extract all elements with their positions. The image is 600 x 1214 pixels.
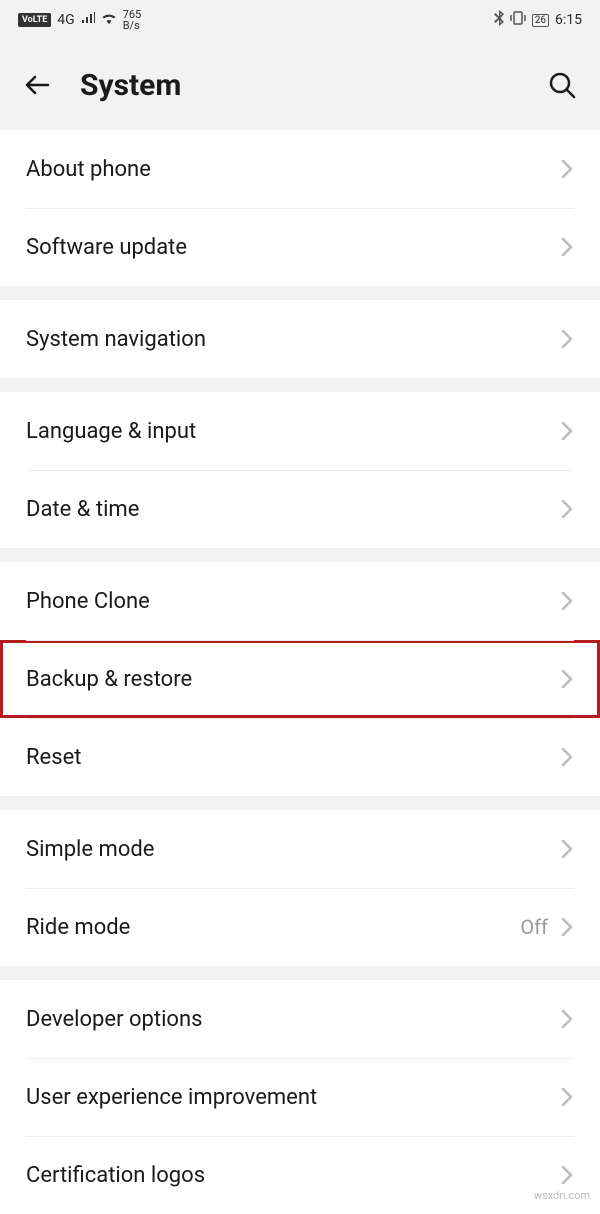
row-label: About phone [26,157,560,182]
row-label: Date & time [26,497,560,522]
settings-group: Developer options User experience improve… [0,980,600,1214]
row-label: System navigation [26,327,560,352]
chevron-right-icon [560,589,574,613]
volte-badge: VoLTE [18,13,51,27]
row-simple-mode[interactable]: Simple mode [0,810,600,888]
row-ride-mode[interactable]: Ride modeOff [0,888,600,966]
signal-icon [81,12,95,28]
chevron-right-icon [560,915,574,939]
row-label: Certification logos [26,1163,560,1188]
chevron-right-icon [560,745,574,769]
row-language-input[interactable]: Language & input [0,392,600,470]
chevron-right-icon [560,1007,574,1031]
chevron-right-icon [560,837,574,861]
section-gap [0,378,600,392]
clock: 6:15 [555,12,582,28]
chevron-right-icon [560,497,574,521]
chevron-right-icon [560,667,574,691]
search-button[interactable] [544,67,580,103]
section-gap [0,286,600,300]
vibrate-icon [510,11,526,29]
row-developer-options[interactable]: Developer options [0,980,600,1058]
wifi-icon [101,12,117,28]
bluetooth-icon [494,10,504,30]
search-icon [547,70,577,100]
chevron-right-icon [560,1163,574,1187]
chevron-right-icon [560,235,574,259]
page-title: System [80,68,520,103]
row-label: Language & input [26,419,560,444]
back-arrow-icon [23,70,53,100]
row-certification-logos[interactable]: Certification logos [0,1136,600,1214]
section-gap [0,548,600,562]
network-type: 4G [57,12,74,28]
row-value: Off [520,915,548,939]
data-speed: 765 B/s [123,9,142,31]
row-backup-restore[interactable]: Backup & restore [0,640,600,718]
settings-group: Simple mode Ride modeOff [0,810,600,966]
row-about-phone[interactable]: About phone [0,130,600,208]
back-button[interactable] [20,67,56,103]
status-right: 26 6:15 [494,10,582,30]
battery-icon: 26 [532,14,549,27]
status-left: VoLTE 4G 765 B/s [18,9,141,31]
settings-group: Phone Clone Backup & restore Reset [0,562,600,796]
row-date-time[interactable]: Date & time [0,470,600,548]
section-gap [0,966,600,980]
row-software-update[interactable]: Software update [0,208,600,286]
watermark: wsxdn.com [534,1189,590,1202]
settings-group: System navigation [0,300,600,378]
row-label: Developer options [26,1007,560,1032]
settings-group: About phone Software update [0,130,600,286]
chevron-right-icon [560,157,574,181]
row-label: Backup & restore [26,667,560,692]
app-header: System [0,40,600,130]
row-label: Software update [26,235,560,260]
row-user-experience[interactable]: User experience improvement [0,1058,600,1136]
row-label: Simple mode [26,837,560,862]
row-label: Ride mode [26,915,520,940]
row-reset[interactable]: Reset [0,718,600,796]
row-system-navigation[interactable]: System navigation [0,300,600,378]
status-bar: VoLTE 4G 765 B/s 26 6:15 [0,0,600,40]
row-label: User experience improvement [26,1085,560,1110]
chevron-right-icon [560,419,574,443]
settings-group: Language & input Date & time [0,392,600,548]
chevron-right-icon [560,1085,574,1109]
row-label: Phone Clone [26,589,560,614]
row-label: Reset [26,745,560,770]
section-gap [0,796,600,810]
row-phone-clone[interactable]: Phone Clone [0,562,600,640]
chevron-right-icon [560,327,574,351]
